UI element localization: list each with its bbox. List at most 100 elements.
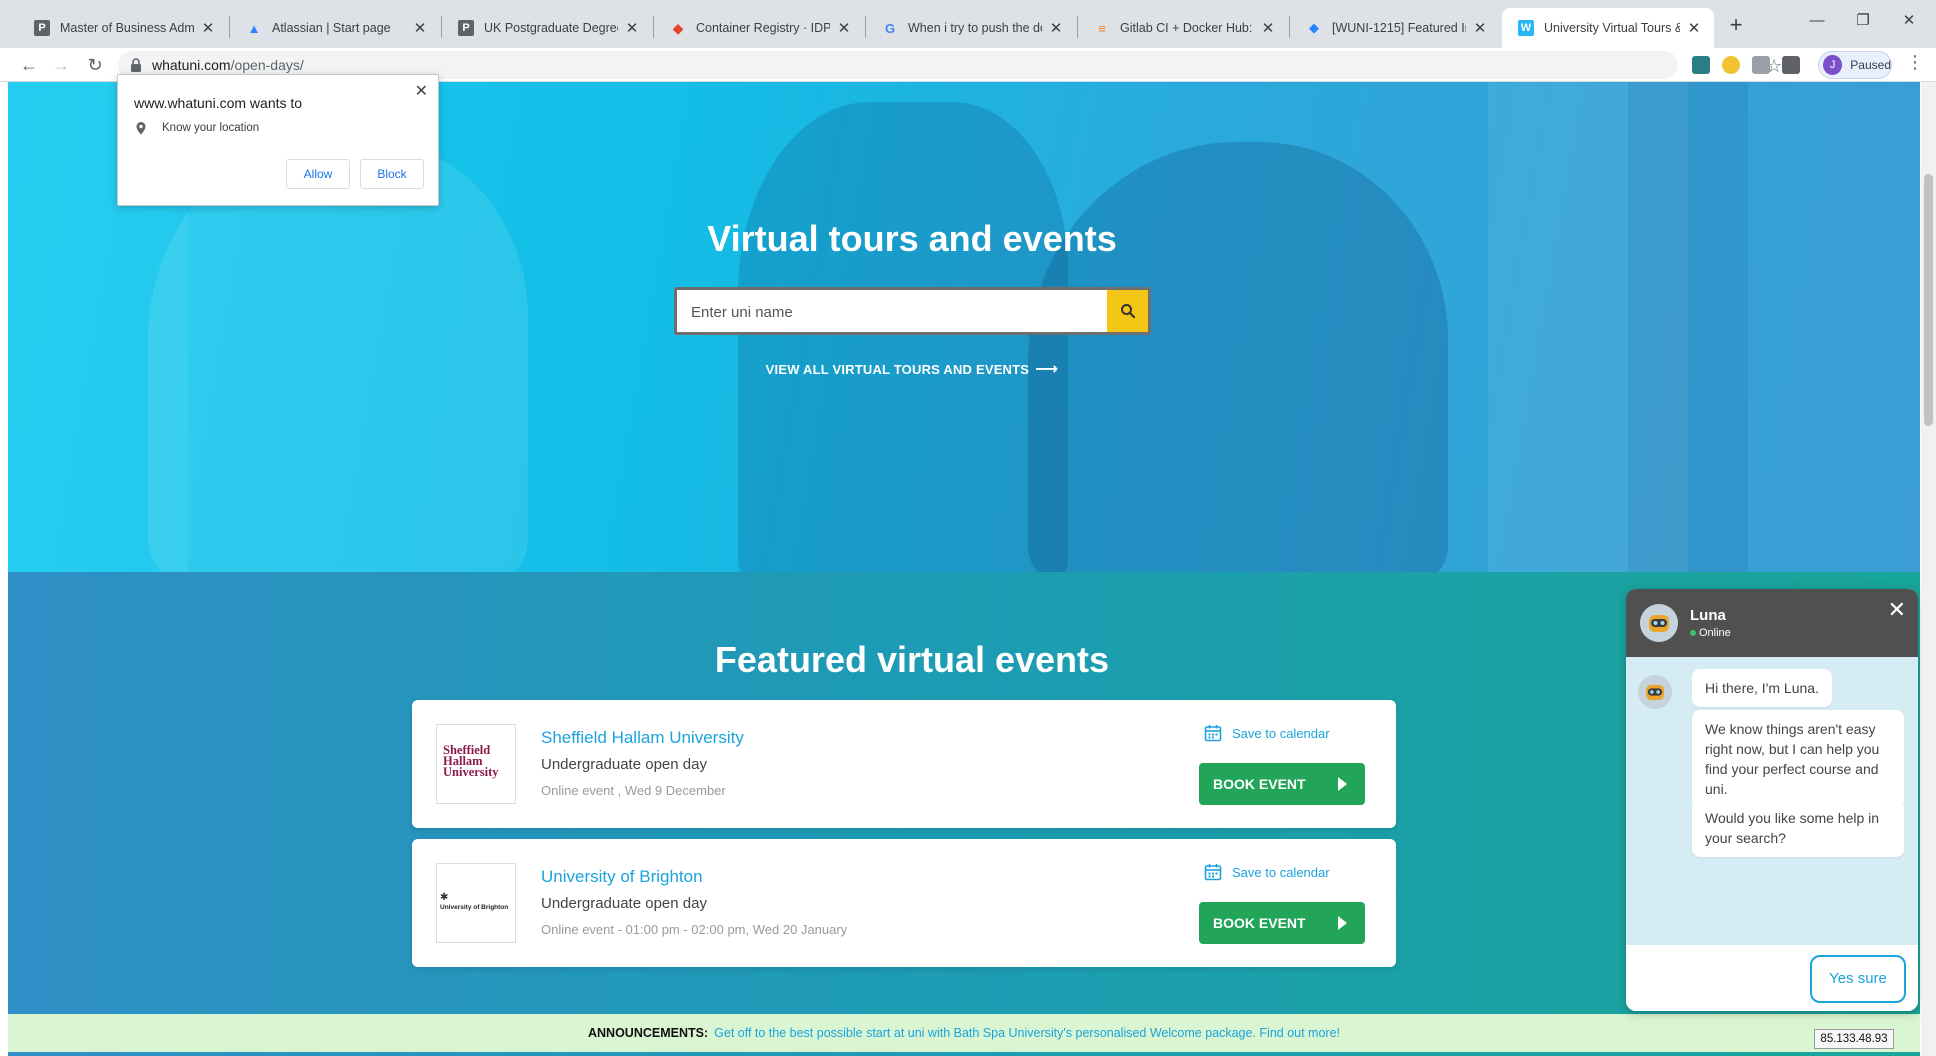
save-to-calendar-label: Save to calendar	[1232, 725, 1330, 741]
calendar-icon	[1204, 864, 1222, 881]
browser-tab[interactable]: ▲ Atlassian | Start page ✕	[230, 8, 440, 48]
play-icon	[1338, 777, 1347, 791]
save-to-calendar-label: Save to calendar	[1232, 864, 1330, 880]
menu-dots-icon[interactable]: ⋮	[1906, 52, 1924, 73]
location-permission-popup: www.whatuni.com wants to ✕ Know your loc…	[117, 74, 439, 206]
hero-background-shape	[738, 102, 1068, 572]
window-close-icon[interactable]: ✕	[1884, 6, 1934, 36]
save-to-calendar-link[interactable]: Save to calendar	[1204, 724, 1330, 742]
book-event-button[interactable]: BOOK EVENT	[1199, 763, 1365, 805]
play-icon	[1338, 916, 1347, 930]
arrow-right-icon: ⟶	[1035, 361, 1059, 378]
chat-message: Hi there, I'm Luna.	[1692, 669, 1832, 707]
tab-title: Master of Business Adminis	[60, 21, 194, 35]
google-icon: G	[884, 20, 896, 36]
event-type: Undergraduate open day	[541, 756, 707, 773]
university-name-link[interactable]: Sheffield Hallam University	[541, 728, 744, 748]
tab-title: Atlassian | Start page	[272, 21, 391, 35]
chat-messages: Hi there, I'm Luna. We know things aren'…	[1626, 657, 1918, 945]
jira-icon: ◆	[1309, 20, 1319, 35]
search-button[interactable]	[1107, 287, 1151, 335]
browser-tab[interactable]: P UK Postgraduate Degrees | ✕	[442, 8, 652, 48]
extension-icon[interactable]	[1752, 56, 1770, 74]
location-pin-icon	[136, 122, 146, 135]
p-icon: P	[458, 20, 474, 36]
event-type: Undergraduate open day	[541, 895, 707, 912]
browser-tab[interactable]: P Master of Business Adminis ✕	[18, 8, 228, 48]
page-viewport: Virtual tours and events VIEW ALL VIRTUA…	[0, 82, 1936, 1056]
book-event-button[interactable]: BOOK EVENT	[1199, 902, 1365, 944]
event-meta: Online event - 01:00 pm - 02:00 pm, Wed …	[541, 922, 848, 937]
book-event-label: BOOK EVENT	[1213, 776, 1306, 792]
back-icon[interactable]: ←	[14, 50, 44, 80]
extension-icon[interactable]	[1692, 56, 1710, 74]
university-logo: ✱ University of Brighton	[436, 863, 516, 943]
allow-button[interactable]: Allow	[286, 159, 350, 189]
browser-tab[interactable]: G When i try to push the dock ✕	[866, 8, 1076, 48]
announcement-link[interactable]: Get off to the best possible start at un…	[714, 1026, 1340, 1040]
forward-icon[interactable]: →	[46, 50, 76, 80]
close-icon[interactable]: ✕	[1888, 599, 1906, 621]
close-icon[interactable]: ✕	[1048, 19, 1064, 37]
profile-button[interactable]: J Paused	[1818, 51, 1892, 79]
bot-avatar-icon	[1640, 604, 1678, 642]
yes-sure-button[interactable]: Yes sure	[1810, 955, 1906, 1003]
university-name-link[interactable]: University of Brighton	[541, 867, 703, 887]
restore-icon[interactable]: ❐	[1838, 6, 1888, 36]
event-card: Sheffield Hallam University Sheffield Ha…	[412, 700, 1396, 828]
browser-tab[interactable]: ≡ Gitlab CI + Docker Hub: req ✕	[1078, 8, 1288, 48]
extension-icon[interactable]	[1722, 56, 1740, 74]
whatuni-icon: W	[1518, 20, 1534, 36]
close-icon[interactable]: ✕	[1260, 19, 1276, 37]
page-scrollbar[interactable]	[1921, 82, 1936, 1056]
university-logo: Sheffield Hallam University	[436, 724, 516, 804]
browser-tabstrip: P Master of Business Adminis ✕ ▲ Atlassi…	[0, 0, 1936, 48]
close-icon[interactable]: ✕	[415, 81, 428, 101]
close-icon[interactable]: ✕	[200, 19, 216, 37]
section-title: Featured virtual events	[714, 639, 1110, 680]
close-icon[interactable]: ✕	[1472, 19, 1488, 37]
puzzle-icon[interactable]	[1782, 56, 1800, 74]
close-icon[interactable]: ✕	[1686, 19, 1702, 37]
hero-background-shape	[148, 142, 528, 572]
scrollbar-thumb[interactable]	[1924, 174, 1933, 426]
uni-search-input[interactable]	[691, 300, 1081, 324]
p-icon: P	[34, 20, 50, 36]
tab-title: [WUNI-1215] Featured Insti	[1332, 21, 1466, 35]
event-meta: Online event , Wed 9 December	[541, 783, 726, 798]
permission-title: www.whatuni.com wants to	[134, 95, 303, 111]
new-tab-button[interactable]: +	[1720, 12, 1752, 40]
block-button[interactable]: Block	[360, 159, 424, 189]
chat-status: Online	[1690, 627, 1731, 639]
search-icon	[1120, 304, 1135, 319]
announcement-label: ANNOUNCEMENTS:	[588, 1026, 709, 1040]
tab-title: Container Registry · IDP_Co	[696, 21, 830, 35]
chat-header: Luna Online ✕	[1626, 589, 1918, 657]
logo-text: University of Brighton	[440, 904, 509, 911]
view-all-events-link[interactable]: VIEW ALL VIRTUAL TOURS AND EVENTS ⟶	[8, 359, 1816, 379]
browser-tab-active[interactable]: W University Virtual Tours & O ✕	[1502, 8, 1714, 48]
close-icon[interactable]: ✕	[836, 19, 852, 37]
event-card: ✱ University of Brighton University of B…	[412, 839, 1396, 967]
tab-title: When i try to push the dock	[908, 21, 1042, 35]
atlassian-icon: ▲	[247, 20, 261, 36]
browser-tab[interactable]: ◆ [WUNI-1215] Featured Insti ✕	[1290, 8, 1500, 48]
tab-title: UK Postgraduate Degrees |	[484, 21, 618, 35]
announcement-bar: ANNOUNCEMENTS: Get off to the best possib…	[8, 1014, 1920, 1052]
close-icon[interactable]: ✕	[624, 19, 640, 37]
permission-label: Know your location	[162, 122, 260, 134]
browser-tab[interactable]: ◆ Container Registry · IDP_Co ✕	[654, 8, 864, 48]
logo-mark: ✱	[440, 892, 449, 903]
profile-status: Paused	[1850, 58, 1891, 72]
reload-icon[interactable]: ↻	[80, 50, 110, 80]
uni-search-box	[674, 287, 1151, 335]
bot-avatar-icon	[1638, 675, 1672, 709]
minimize-icon[interactable]: —	[1792, 6, 1842, 36]
lock-icon[interactable]	[128, 57, 144, 73]
close-icon[interactable]: ✕	[412, 19, 428, 37]
book-event-label: BOOK EVENT	[1213, 915, 1306, 931]
chat-message: We know things aren't easy right now, bu…	[1692, 710, 1904, 808]
stackoverflow-icon: ≡	[1098, 20, 1106, 36]
chat-widget: Luna Online ✕ Hi there, I'm Luna. We kno…	[1626, 589, 1918, 1011]
save-to-calendar-link[interactable]: Save to calendar	[1204, 863, 1330, 881]
